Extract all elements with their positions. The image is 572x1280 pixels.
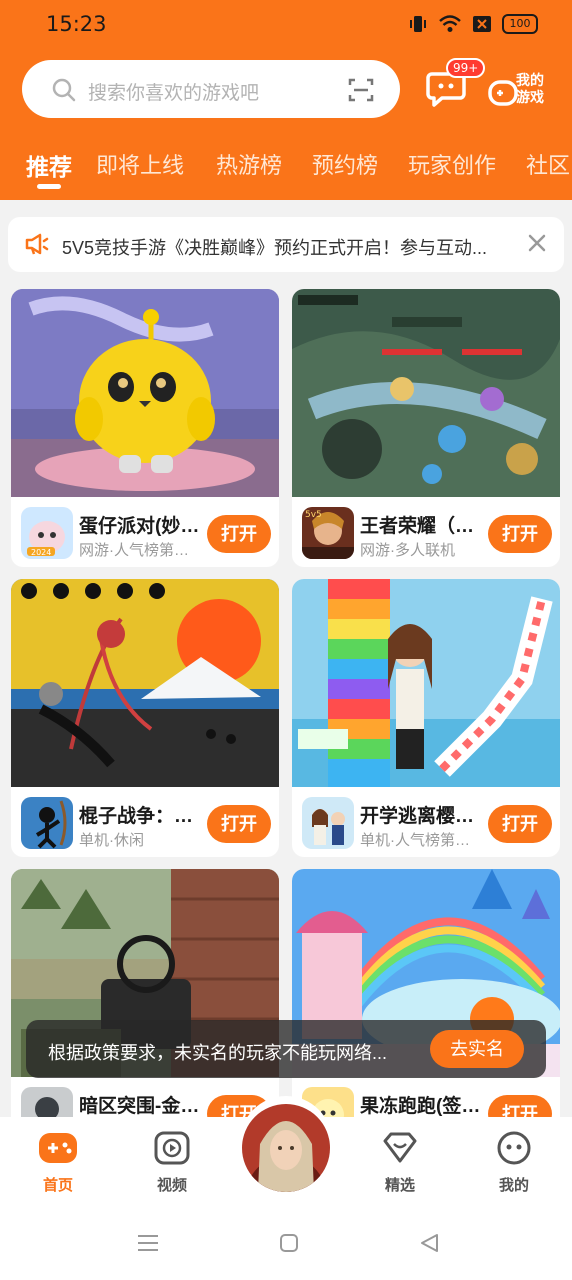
svg-text:2024: 2024: [31, 548, 51, 557]
status-bar: 15:23 100: [0, 0, 572, 50]
tab-active-indicator: [37, 184, 61, 189]
vibrate-icon: [410, 16, 426, 32]
tab-recommend[interactable]: 推荐: [26, 148, 72, 182]
game-card[interactable]: 果冻跑跑(签… 打开: [292, 869, 560, 1147]
avatar: [242, 1104, 330, 1192]
real-name-toast: 根据政策要求，未实名的玩家不能玩网络... 去实名: [26, 1020, 546, 1078]
game-meta: 单机·休闲: [79, 832, 144, 849]
game-card[interactable]: 暗区突围-金… 打开: [11, 869, 279, 1147]
tab-upcoming[interactable]: 即将上线: [96, 148, 184, 180]
tab-creation[interactable]: 玩家创作: [408, 148, 496, 180]
system-nav-bar: [0, 1207, 572, 1280]
close-icon[interactable]: [526, 232, 548, 254]
home-key-icon[interactable]: [279, 1233, 299, 1253]
video-icon: [154, 1131, 190, 1165]
game-name: 王者荣耀（…: [360, 516, 475, 537]
status-time: 15:23: [46, 12, 107, 36]
game-icon: [302, 797, 354, 849]
menu-icon[interactable]: [137, 1233, 159, 1253]
speaker-icon: [25, 233, 49, 255]
back-icon[interactable]: [419, 1233, 439, 1253]
game-banner-image: [11, 579, 279, 787]
nav-video-label: 视频: [156, 1177, 187, 1194]
scan-icon[interactable]: [348, 77, 374, 103]
battery-indicator: 100: [502, 14, 538, 34]
nav-profile[interactable]: 我的: [484, 1131, 544, 1195]
open-button[interactable]: 打开: [488, 515, 552, 553]
game-meta: 网游·多人联机: [360, 542, 455, 559]
face-icon: [497, 1131, 531, 1165]
verify-identity-button[interactable]: 去实名: [430, 1030, 524, 1068]
search-bar[interactable]: 搜索你喜欢的游戏吧: [22, 60, 400, 118]
game-meta: 单机·人气榜第…: [360, 832, 470, 849]
game-card[interactable]: 开学逃离樱… 单机·人气榜第… 打开: [292, 579, 560, 857]
game-card[interactable]: 2024 蛋仔派对(妙… 网游·人气榜第… 打开: [11, 289, 279, 567]
open-button[interactable]: 打开: [488, 805, 552, 843]
open-button[interactable]: 打开: [207, 805, 271, 843]
tab-reservation[interactable]: 预约榜: [312, 148, 378, 180]
search-icon: [52, 78, 76, 102]
open-button[interactable]: 打开: [207, 515, 271, 553]
my-games-line2: 游戏: [516, 89, 544, 105]
game-name: 蛋仔派对(妙…: [79, 516, 200, 537]
tab-community[interactable]: 社区: [526, 148, 570, 180]
search-placeholder: 搜索你喜欢的游戏吧: [88, 83, 260, 104]
wifi-icon: [439, 15, 461, 32]
my-games-button[interactable]: 我的 游戏: [488, 70, 552, 114]
game-icon: [21, 797, 73, 849]
game-banner-image: [292, 579, 560, 787]
nav-home-label: 首页: [42, 1177, 73, 1194]
game-name: 果冻跑跑(签…: [360, 1096, 481, 1117]
game-name: 棍子战争：…: [79, 806, 194, 827]
message-count-badge: 99+: [446, 58, 486, 78]
heart-icon: [383, 1132, 417, 1163]
game-card[interactable]: 棍子战争：… 单机·休闲 打开: [11, 579, 279, 857]
my-games-label: 我的 游戏: [516, 72, 544, 106]
svg-text:5v5: 5v5: [305, 510, 322, 520]
sim-off-icon: [473, 16, 491, 32]
nav-home[interactable]: 首页: [28, 1131, 88, 1195]
game-banner-image: [292, 289, 560, 497]
tab-hot[interactable]: 热游榜: [216, 148, 282, 180]
gamepad-icon: [39, 1133, 77, 1163]
toast-text: 根据政策要求，未实名的玩家不能玩网络...: [48, 1043, 388, 1063]
game-meta: 网游·人气榜第…: [79, 542, 189, 559]
game-name: 暗区突围-金…: [79, 1096, 200, 1117]
nav-video[interactable]: 视频: [142, 1131, 202, 1195]
message-button[interactable]: 99+: [426, 58, 486, 112]
game-icon: 2024: [21, 507, 73, 559]
game-name: 开学逃离樱…: [360, 806, 475, 827]
status-icons: 100: [408, 14, 538, 34]
controller-icon: [488, 80, 518, 106]
game-banner-image: [11, 289, 279, 497]
game-icon: 5v5: [302, 507, 354, 559]
nav-featured-label: 精选: [384, 1177, 415, 1194]
announcement-text: 5V5竞技手游《决胜巅峰》预约正式开启！参与互动...: [62, 238, 488, 258]
my-games-line1: 我的: [516, 72, 544, 88]
announcement-bar[interactable]: 5V5竞技手游《决胜巅峰》预约正式开启！参与互动...: [8, 217, 564, 272]
nav-featured[interactable]: 精选: [370, 1131, 430, 1195]
nav-profile-label: 我的: [498, 1177, 529, 1194]
game-card[interactable]: 5v5 王者荣耀（… 网游·多人联机 打开: [292, 289, 560, 567]
center-avatar-button[interactable]: [240, 1096, 332, 1196]
